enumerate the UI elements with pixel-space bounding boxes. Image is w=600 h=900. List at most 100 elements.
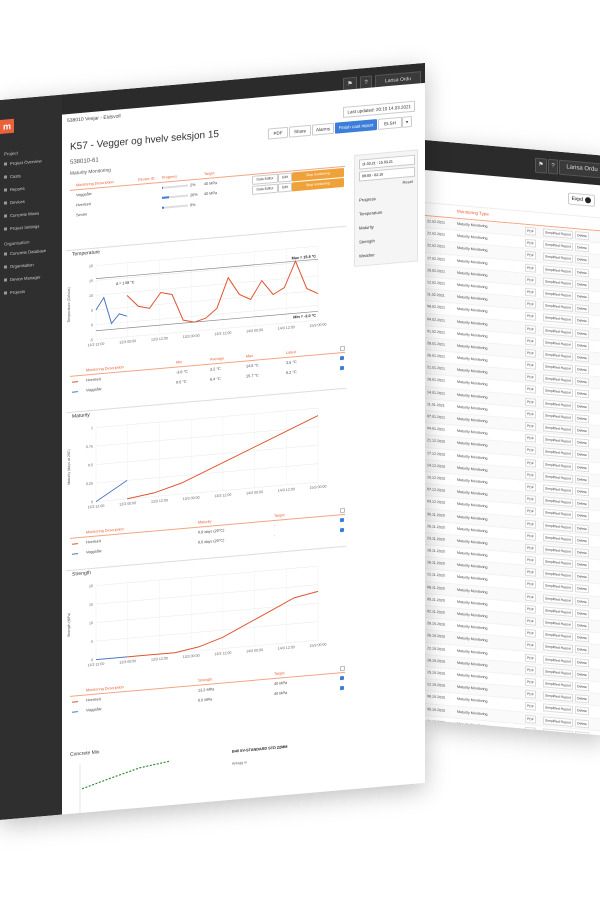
expand-toggle[interactable]: Expd xyxy=(567,192,595,207)
pdf-button[interactable]: PDF xyxy=(525,312,536,322)
side-nav-item[interactable]: Strength xyxy=(359,238,375,244)
pdf-button[interactable]: PDF xyxy=(525,336,536,346)
delete-button[interactable]: Delete xyxy=(575,450,589,460)
pdf-button[interactable]: PDF xyxy=(525,226,536,236)
pdf-button[interactable]: PDF xyxy=(525,360,536,370)
series-checkbox[interactable] xyxy=(340,517,344,523)
delete-button[interactable]: Delete xyxy=(575,547,589,558)
simplified-report-button[interactable]: Simplified Report xyxy=(543,715,573,727)
sidebar-item[interactable]: Concrete Database xyxy=(4,248,46,257)
series-checkbox[interactable] xyxy=(340,685,344,691)
pdf-button[interactable]: PDF xyxy=(525,287,536,297)
delete-button[interactable]: Delete xyxy=(575,340,589,351)
delete-button[interactable]: Delete xyxy=(575,572,589,582)
side-nav-item[interactable]: Progress xyxy=(359,196,376,202)
simplified-report-button[interactable]: Simplified Report xyxy=(543,338,573,349)
simplified-report-button[interactable]: Simplified Report xyxy=(543,435,573,447)
delete-button[interactable]: Delete xyxy=(575,596,589,606)
delete-button[interactable]: Delete xyxy=(575,377,589,387)
simplified-report-button[interactable]: Simplified Report xyxy=(543,508,573,520)
simplified-report-button[interactable]: Simplified Report xyxy=(543,228,573,239)
pdf-button[interactable]: PDF xyxy=(525,372,536,382)
series-checkbox[interactable] xyxy=(340,527,344,533)
delete-button[interactable]: Delete xyxy=(575,328,589,338)
delete-button[interactable]: Delete xyxy=(575,231,589,241)
side-nav-item[interactable]: Temperature xyxy=(359,210,383,217)
pdf-button[interactable]: PDF xyxy=(525,592,536,602)
simplified-report-button[interactable]: Simplified Report xyxy=(543,667,573,678)
pdf-button[interactable]: PDF xyxy=(525,421,536,431)
simplified-report-button[interactable]: Simplified Report xyxy=(543,654,573,666)
delete-button[interactable]: Delete xyxy=(575,706,589,716)
simplified-report-button[interactable]: Simplified Report xyxy=(543,606,573,617)
delete-button[interactable]: Delete xyxy=(575,608,589,619)
sidebar-item[interactable]: Casts xyxy=(4,173,21,179)
pdf-button[interactable]: PDF xyxy=(525,519,536,529)
simplified-report-button[interactable]: Simplified Report xyxy=(543,691,573,703)
delete-button[interactable]: Delete xyxy=(575,535,589,546)
edit-button[interactable]: Edit xyxy=(278,172,292,183)
select-all-checkbox[interactable] xyxy=(340,665,345,672)
simplified-report-button[interactable]: Simplified Report xyxy=(543,386,573,398)
delete-button[interactable]: Delete xyxy=(575,413,589,424)
simplified-report-button[interactable]: Simplified Report xyxy=(543,472,573,483)
pdf-button[interactable]: PDF xyxy=(525,580,536,590)
delete-button[interactable]: Delete xyxy=(575,669,589,680)
pdf-button[interactable]: PDF xyxy=(525,653,536,663)
simplified-report-button[interactable]: Simplified Report xyxy=(543,240,573,252)
sidebar-item[interactable]: Devices xyxy=(4,199,25,206)
pdf-button[interactable]: PDF xyxy=(525,604,536,614)
pdf-button[interactable]: PDF xyxy=(525,409,536,419)
simplified-report-button[interactable]: Simplified Report xyxy=(543,301,573,313)
pdf-button[interactable]: PDF xyxy=(525,470,536,480)
simplified-report-button[interactable]: Simplified Report xyxy=(543,569,573,581)
delete-button[interactable]: Delete xyxy=(575,633,589,643)
delete-button[interactable]: Delete xyxy=(575,511,589,521)
pdf-button[interactable]: PDF xyxy=(525,555,536,565)
pdf-button[interactable]: PDF xyxy=(525,543,536,553)
pdf-button[interactable]: PDF xyxy=(525,251,536,261)
series-checkbox[interactable] xyxy=(340,675,344,681)
simplified-report-button[interactable]: Simplified Report xyxy=(543,325,573,337)
simplified-report-button[interactable]: Simplified Report xyxy=(543,398,573,410)
temperature-title[interactable]: Temperature xyxy=(72,249,100,257)
simplified-report-button[interactable]: Simplified Report xyxy=(543,618,573,629)
delete-button[interactable]: Delete xyxy=(575,499,589,509)
simplified-report-button[interactable]: Simplified Report xyxy=(543,520,573,532)
pdf-button[interactable]: PDF xyxy=(525,507,536,517)
delete-button[interactable]: Delete xyxy=(575,462,589,472)
pdf-button[interactable]: PDF xyxy=(525,433,536,443)
delete-button[interactable]: Delete xyxy=(575,523,589,533)
simplified-report-button[interactable]: Simplified Report xyxy=(543,447,573,459)
pdf-button[interactable]: PDF xyxy=(525,616,536,626)
edit-button[interactable]: Edit xyxy=(278,182,292,193)
notification-icon[interactable]: ⚑ xyxy=(535,157,547,174)
pdf-button[interactable]: PDF xyxy=(525,677,536,687)
maturity-title[interactable]: Maturity xyxy=(72,412,90,420)
simplified-report-button[interactable]: Simplified Report xyxy=(543,264,573,276)
pdf-button[interactable]: PDF xyxy=(525,458,536,468)
delete-button[interactable]: Delete xyxy=(575,243,589,253)
pdf-button[interactable]: PDF xyxy=(525,702,536,712)
language-button[interactable]: ELSH xyxy=(378,116,402,130)
pdf-button[interactable]: PDF xyxy=(525,397,536,407)
data-editor-button[interactable]: Data Editor xyxy=(252,183,278,195)
simplified-report-button[interactable]: Simplified Report xyxy=(543,313,573,325)
finish-cast-report-button[interactable]: Finish cast report xyxy=(335,119,377,134)
series-checkbox[interactable] xyxy=(340,355,344,361)
delete-button[interactable]: Delete xyxy=(575,645,589,655)
delete-button[interactable]: Delete xyxy=(575,730,589,736)
sidebar-item[interactable]: Project Overview xyxy=(4,158,42,166)
sidebar-item[interactable]: Projects xyxy=(4,289,25,296)
delete-button[interactable]: Delete xyxy=(575,365,589,375)
delete-button[interactable]: Delete xyxy=(575,438,589,448)
simplified-report-button[interactable]: Simplified Report xyxy=(543,630,573,642)
select-all-checkbox[interactable] xyxy=(340,345,345,352)
side-nav-item[interactable]: Maturity xyxy=(359,224,374,230)
pdf-button[interactable]: PDF xyxy=(525,275,536,285)
delete-button[interactable]: Delete xyxy=(575,304,589,314)
pdf-button[interactable]: PDF xyxy=(525,482,536,492)
simplified-report-button[interactable]: Simplified Report xyxy=(543,277,573,288)
delete-button[interactable]: Delete xyxy=(575,316,589,326)
select-all-checkbox[interactable] xyxy=(340,507,345,514)
